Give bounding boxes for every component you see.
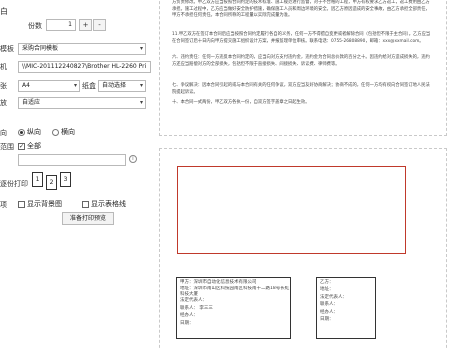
chevron-down-icon: ▾: [139, 99, 143, 106]
page-range-input[interactable]: [18, 154, 126, 166]
scale-label: 放: [0, 99, 7, 107]
collate-stack-icon[interactable]: 1 2 3: [30, 170, 78, 194]
checkbox-checked-icon: ✓: [18, 142, 25, 150]
printer-select[interactable]: \\MIC-201112240827\Brother HL-2260 Pri: [18, 61, 151, 73]
party-b-line: 联系人：: [320, 302, 338, 308]
copies-label: 份数: [28, 22, 42, 30]
show-table-lines-checkbox[interactable]: 显示表格线: [82, 199, 126, 209]
party-a-line: 日期：: [180, 320, 194, 326]
paper-label: 张: [0, 82, 7, 90]
collate-label: 逐份打印: [0, 180, 28, 188]
party-a-line: 地址：深圳市南山区科技园南区科技南十二路18号长虹科技大厦: [180, 286, 290, 297]
paper-value: A4: [22, 82, 30, 89]
party-a-box: 甲方：深圳市自动化信息技术有限公司 地址：深圳市南山区科技园南区科技南十二路18…: [176, 277, 291, 339]
party-b-line: 法定代表人：: [320, 294, 347, 300]
options-label: 项: [0, 201, 7, 209]
doc-paragraph: 方负责修改。甲乙双方应当按照合同约定的技术标准、施工规范进行监督，对于不合格的工…: [172, 0, 430, 19]
range-all-checkbox[interactable]: ✓ 全部: [18, 141, 41, 151]
print-settings-panel: 白 份数 1 + - 模板 采购合同模板 ▾ 机 \\MIC-201112240…: [0, 0, 153, 350]
checkbox-unchecked-icon: [82, 200, 89, 208]
range-all-label: 全部: [27, 142, 41, 150]
scale-value: 自适应: [22, 99, 41, 106]
printer-value: \\MIC-201112240827\Brother HL-2260 Pri: [22, 63, 147, 70]
party-b-line: 乙方：: [320, 280, 334, 285]
collate-page-3: 3: [60, 172, 71, 187]
collate-page-2: 2: [46, 175, 57, 190]
radio-unselected-icon: [52, 128, 59, 136]
party-b-box: 乙方： 地址： 法定代表人： 联系人： 经办人： 日期：: [316, 277, 376, 339]
collate-page-1: 1: [32, 172, 43, 187]
radio-selected-icon: [18, 128, 25, 136]
tray-value: 自动选择: [102, 82, 127, 89]
party-b-line: 地址：: [320, 287, 334, 293]
selection-frame[interactable]: [177, 166, 406, 254]
party-b-line: 日期：: [320, 317, 334, 323]
show-table-lines-label: 显示表格线: [91, 200, 126, 208]
portrait-label: 纵向: [27, 128, 41, 136]
tray-select[interactable]: 自动选择 ▾: [98, 80, 146, 92]
checkbox-unchecked-icon: [18, 200, 25, 208]
orientation-portrait-radio[interactable]: 纵向: [18, 127, 41, 137]
print-preview-button[interactable]: 准备打印预览: [62, 212, 114, 225]
orientation-landscape-radio[interactable]: 横向: [52, 127, 75, 137]
orientation-label: 向: [0, 129, 7, 137]
copies-input[interactable]: 1: [46, 19, 76, 31]
template-value: 采购合同模板: [22, 45, 59, 52]
party-a-line: 经办人：: [180, 313, 198, 319]
copies-plus-button[interactable]: +: [79, 19, 92, 31]
preview-page-1: 方负责修改。甲乙双方应当按照合同约定的技术标准、施工规范进行监督，对于不合格的工…: [159, 0, 447, 136]
copies-minus-button[interactable]: -: [93, 19, 106, 31]
doc-paragraph: 十、本合同一式两份，甲乙双方各执一份，自双方签字盖章之日起生效。: [172, 100, 310, 105]
scale-select[interactable]: 自适应 ▾: [18, 97, 146, 109]
doc-paragraph: 11.甲乙双方在签订本合同后应当按照合同约定履行各自的义务，任何一方不得擅自变更…: [172, 32, 431, 44]
tray-label: 纸盒: [82, 82, 96, 90]
party-a-line: 法定代表人：: [180, 298, 207, 304]
party-a-line: 联系人： 李三三: [180, 305, 213, 311]
party-b-line: 经办人：: [320, 309, 338, 315]
printer-label: 机: [0, 63, 7, 71]
landscape-label: 横向: [61, 128, 75, 136]
template-select[interactable]: 采购合同模板 ▾: [18, 43, 146, 55]
show-background-checkbox[interactable]: 显示背景图: [18, 199, 62, 209]
chevron-down-icon: ▾: [139, 82, 143, 89]
chevron-down-icon: ▾: [139, 45, 143, 52]
show-background-label: 显示背景图: [27, 200, 62, 208]
info-icon: i: [129, 155, 137, 163]
doc-paragraph: 七、争议解决：因本合同引起的或与本合同有关的任何争议，双方应当友好协商解决；协商…: [172, 83, 430, 95]
doc-paragraph: 六、违约责任：任何一方违反本合同约定的，应当向对方支付违约金，违约金为合同总价款…: [172, 55, 430, 67]
range-label: 范围: [0, 143, 14, 151]
template-label: 模板: [0, 45, 14, 53]
party-a-line: 甲方：深圳市自动化信息技术有限公司: [180, 280, 257, 285]
panel-top-glyph: 白: [0, 7, 8, 16]
chevron-down-icon: ▾: [73, 82, 77, 89]
paper-select[interactable]: A4 ▾: [18, 80, 80, 92]
